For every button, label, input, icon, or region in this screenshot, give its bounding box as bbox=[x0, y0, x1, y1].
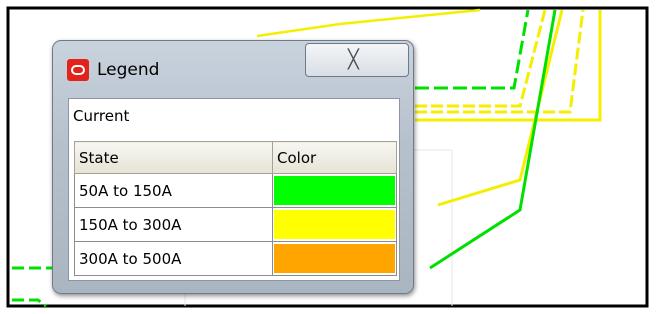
state-cell: 300A to 500A bbox=[74, 241, 273, 276]
legend-row[interactable]: 150A to 300A bbox=[74, 207, 397, 242]
color-cell bbox=[272, 241, 397, 276]
legend-group-label: Current bbox=[73, 107, 130, 125]
close-button[interactable]: ╳ bbox=[305, 43, 409, 77]
legend-content-panel: Current State Color 50A to 150A 150A to … bbox=[68, 98, 400, 281]
color-swatch bbox=[274, 210, 395, 239]
legend-row[interactable]: 50A to 150A bbox=[74, 173, 397, 208]
legend-row[interactable]: 300A to 500A bbox=[74, 241, 397, 276]
color-cell bbox=[272, 207, 397, 242]
column-header-color[interactable]: Color bbox=[272, 141, 397, 174]
window-title: Legend bbox=[97, 60, 160, 80]
close-icon: ╳ bbox=[348, 49, 359, 70]
oracle-logo-icon bbox=[67, 59, 89, 81]
color-cell bbox=[272, 173, 397, 208]
color-swatch bbox=[274, 176, 395, 205]
title-bar[interactable]: Legend ╳ bbox=[53, 41, 413, 91]
legend-table: State Color 50A to 150A 150A to 300A 300… bbox=[74, 141, 397, 276]
column-header-state[interactable]: State bbox=[74, 141, 273, 174]
feeder-line-yellow[interactable] bbox=[256, 8, 481, 38]
state-cell: 150A to 300A bbox=[74, 207, 273, 242]
feeder-line-green[interactable] bbox=[415, 9, 530, 90]
legend-header-row: State Color bbox=[74, 141, 397, 174]
state-cell: 50A to 150A bbox=[74, 173, 273, 208]
color-swatch bbox=[274, 244, 395, 273]
legend-window[interactable]: Legend ╳ Current State Color 50A to 150A… bbox=[52, 40, 414, 294]
